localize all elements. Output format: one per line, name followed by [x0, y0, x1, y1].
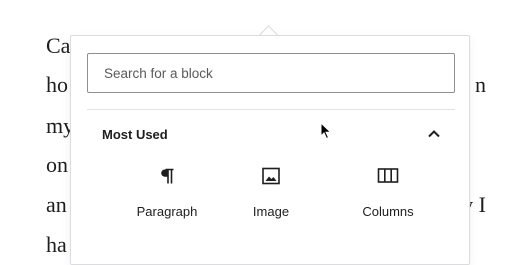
block-item-paragraph[interactable]: Paragraph [117, 164, 217, 244]
divider [87, 109, 455, 110]
block-item-columns[interactable]: Columns [338, 164, 438, 244]
block-inserter-popover: Most Used Paragraph Image [70, 35, 470, 265]
block-label: Image [252, 204, 290, 219]
article-text-line: ha [46, 232, 67, 257]
article-text-line: n [475, 72, 486, 97]
block-label: Paragraph [136, 204, 198, 219]
block-search-input[interactable] [87, 53, 455, 93]
article-text-line: an [46, 192, 67, 217]
chevron-up-icon [428, 130, 440, 138]
block-label: Columns [362, 204, 414, 219]
most-used-section-toggle[interactable]: Most Used [87, 120, 455, 148]
mouse-cursor-icon [320, 122, 332, 140]
article-text-line: on [46, 152, 68, 177]
section-title: Most Used [102, 126, 168, 142]
article-text-line: Ca [46, 33, 71, 58]
block-item-image[interactable]: Image [221, 164, 321, 244]
paragraph-icon [161, 168, 174, 184]
image-icon [262, 167, 280, 185]
article-text-line: ho [46, 72, 68, 97]
columns-icon [377, 168, 399, 183]
